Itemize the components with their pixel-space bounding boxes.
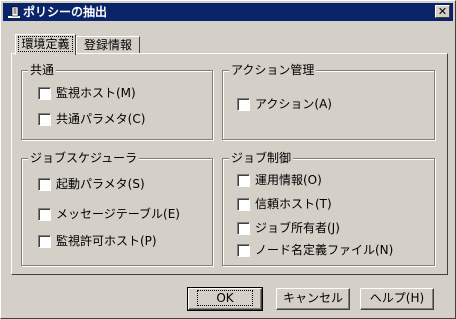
app-icon	[7, 5, 21, 19]
help-button-label: ヘルプ(H)	[369, 291, 425, 305]
policy-extract-dialog: ポリシーの抽出 ✕ 環境定義 登録情報 共通 監視ホスト(M) 共通パラメタ(C…	[0, 0, 456, 319]
checkbox[interactable]	[237, 244, 250, 257]
checkbox-label: 運用情報(O)	[255, 173, 322, 187]
checkbox-label: 監視ホスト(M)	[56, 86, 136, 100]
checkbox-label: 信頼ホスト(T)	[255, 197, 332, 211]
title-bar[interactable]: ポリシーの抽出 ✕	[3, 3, 453, 21]
group-label: アクション管理	[229, 63, 317, 77]
cancel-button[interactable]: キャンセル	[276, 288, 350, 310]
checkbox[interactable]	[38, 113, 51, 126]
tab-environment-definition[interactable]: 環境定義	[15, 34, 76, 55]
checkbox-label: 監視許可ホスト(P)	[56, 234, 157, 248]
help-button[interactable]: ヘルプ(H)	[360, 288, 434, 310]
checkbox-label: アクション(A)	[255, 97, 332, 111]
group-label: ジョブ制御	[229, 151, 294, 165]
tab-panel: 共通 監視ホスト(M) 共通パラメタ(C) アクション管理 アクション(A) ジ…	[11, 53, 448, 275]
checkbox[interactable]	[237, 98, 250, 111]
group-action-management: アクション管理 アクション(A)	[222, 63, 435, 140]
cancel-button-label: キャンセル	[282, 291, 343, 305]
window-title: ポリシーの抽出	[23, 5, 108, 19]
checkbox[interactable]	[237, 198, 250, 211]
checkbox-label: 共通パラメタ(C)	[56, 112, 146, 126]
close-icon: ✕	[437, 5, 448, 18]
checkbox[interactable]	[38, 178, 51, 191]
group-job-control: ジョブ制御 運用情報(O) 信頼ホスト(T) ジョブ所有者(J) ノード名定義フ…	[222, 151, 435, 266]
ok-button[interactable]: OK	[187, 287, 263, 311]
close-button[interactable]: ✕	[435, 5, 450, 18]
checkbox[interactable]	[38, 208, 51, 221]
group-label: ジョブスケジューラ	[28, 151, 140, 165]
group-label: 共通	[28, 63, 57, 77]
group-common: 共通 監視ホスト(M) 共通パラメタ(C)	[21, 63, 213, 140]
checkbox-label: メッセージテーブル(E)	[56, 207, 180, 221]
checkbox[interactable]	[38, 87, 51, 100]
checkbox[interactable]	[237, 174, 250, 187]
tab-label: 環境定義	[18, 36, 73, 52]
group-job-scheduler: ジョブスケジューラ 起動パラメタ(S) メッセージテーブル(E) 監視許可ホスト…	[21, 151, 213, 266]
checkbox-label: ジョブ所有者(J)	[255, 221, 340, 235]
ok-button-label: OK	[197, 290, 253, 306]
checkbox[interactable]	[237, 222, 250, 235]
tab-label: 登録情報	[83, 38, 132, 52]
tab-registration-info[interactable]: 登録情報	[76, 36, 140, 54]
checkbox[interactable]	[38, 235, 51, 248]
checkbox-label: ノード名定義ファイル(N)	[255, 243, 394, 257]
checkbox-label: 起動パラメタ(S)	[56, 177, 145, 191]
